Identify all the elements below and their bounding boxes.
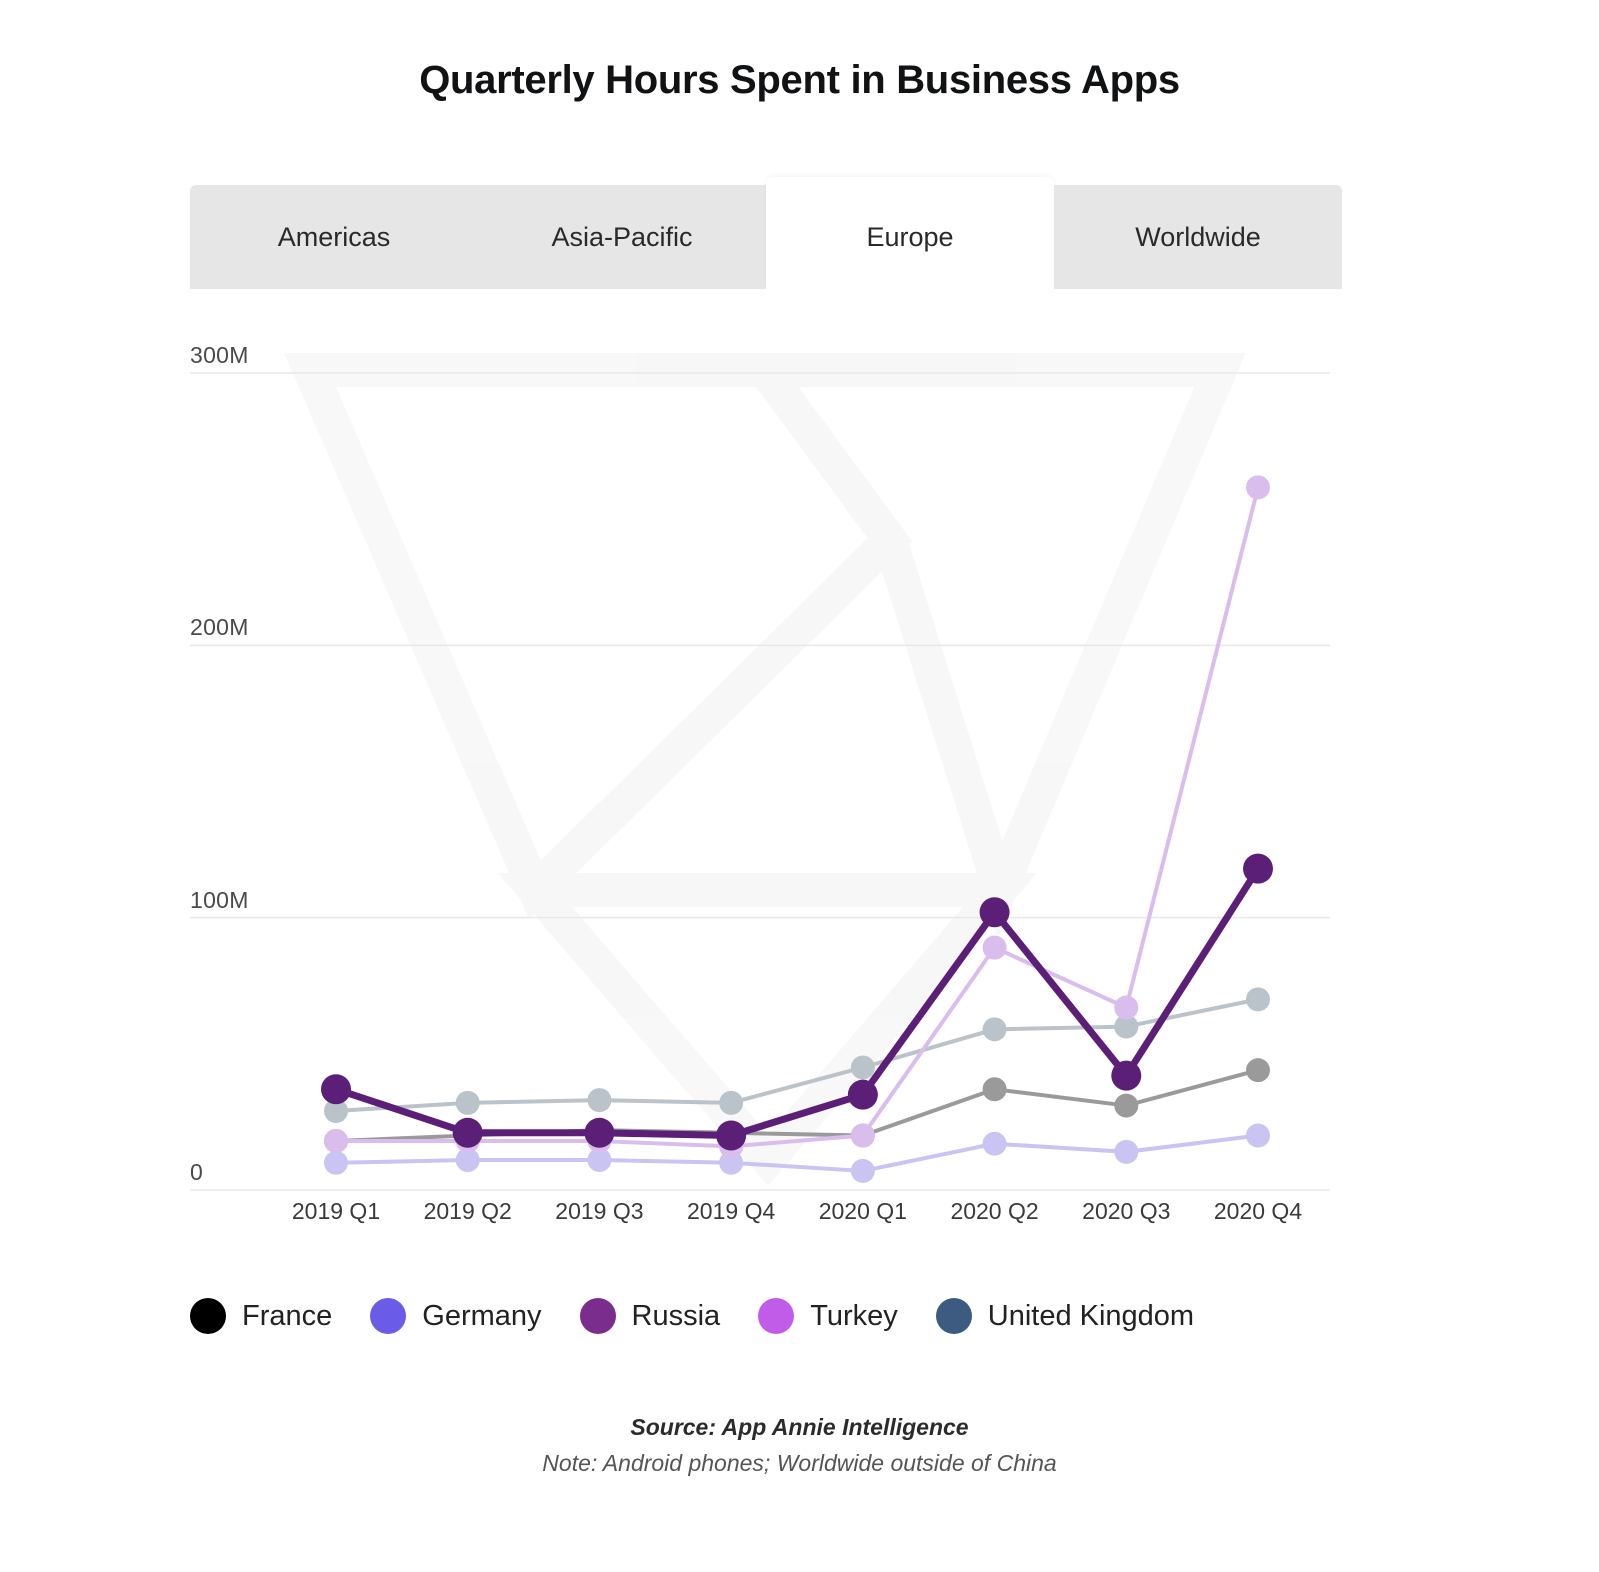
tab-label: Europe: [866, 221, 954, 252]
tab-label: Asia-Pacific: [551, 221, 693, 252]
chart-card: Quarterly Hours Spent in Business Apps A…: [0, 0, 1599, 1572]
legend-swatch-icon: [758, 1298, 795, 1334]
legend-item-united-kingdom[interactable]: United Kingdom: [935, 1298, 1195, 1334]
y-axis-tick-label: 300M: [190, 342, 249, 368]
x-axis-tick-label: 2020 Q4: [1213, 1198, 1303, 1224]
legend-swatch-icon: [579, 1298, 616, 1334]
legend-item-germany[interactable]: Germany: [370, 1298, 542, 1334]
y-axis-tick-label: 0: [190, 1159, 204, 1185]
region-tabbar: Americas Asia-Pacific Europe Worldwide: [190, 177, 1342, 289]
y-axis-tick-label: 100M: [190, 886, 249, 913]
x-axis-tick-label: 2019 Q4: [687, 1198, 776, 1224]
tab-asia-pacific[interactable]: Asia-Pacific: [478, 185, 766, 289]
legend-label: United Kingdom: [987, 1299, 1195, 1332]
x-axis-tick-label: 2020 Q2: [950, 1198, 1039, 1224]
tab-label: Worldwide: [1135, 221, 1261, 252]
page-title: Quarterly Hours Spent in Business Apps: [419, 58, 1180, 102]
x-axis-tick-label: 2019 Q3: [555, 1198, 644, 1224]
footnote: Note: Android phones; Worldwide outside …: [542, 1450, 1057, 1476]
y-axis-labels: 0 100M 200M 300M: [190, 330, 1330, 1210]
legend-swatch-icon: [935, 1298, 972, 1334]
legend-item-russia[interactable]: Russia: [579, 1298, 721, 1334]
tab-americas[interactable]: Americas: [190, 185, 478, 289]
line-chart-plot: 0 100M 200M 300M: [190, 330, 1330, 1210]
x-axis-tick-label: 2019 Q2: [423, 1198, 512, 1224]
legend-swatch-icon: [370, 1298, 407, 1334]
legend-item-turkey[interactable]: Turkey: [758, 1298, 898, 1334]
legend-label: Russia: [631, 1299, 721, 1332]
x-axis-tick-label: 2019 Q1: [291, 1198, 381, 1224]
source-note: Source: App Annie Intelligence: [630, 1414, 969, 1440]
chart-legend: France Germany Russia Turkey United Kingdom: [190, 1286, 1340, 1346]
x-axis-labels: 2019 Q1 2019 Q2 2019 Q3 2019 Q4 2020 Q1 2020 …: [190, 1198, 1330, 1242]
x-axis-tick-label: 2020 Q3: [1082, 1198, 1171, 1224]
legend-label: Germany: [422, 1299, 542, 1332]
legend-label: Turkey: [810, 1299, 898, 1332]
tab-worldwide[interactable]: Worldwide: [1054, 185, 1342, 289]
tab-europe[interactable]: Europe: [766, 177, 1054, 289]
tab-label: Americas: [277, 221, 391, 252]
legend-label: France: [242, 1299, 333, 1332]
legend-item-france[interactable]: France: [190, 1298, 332, 1334]
x-axis-tick-label: 2020 Q1: [818, 1198, 907, 1224]
legend-swatch-icon: [190, 1298, 226, 1334]
y-axis-tick-label: 200M: [190, 614, 249, 641]
